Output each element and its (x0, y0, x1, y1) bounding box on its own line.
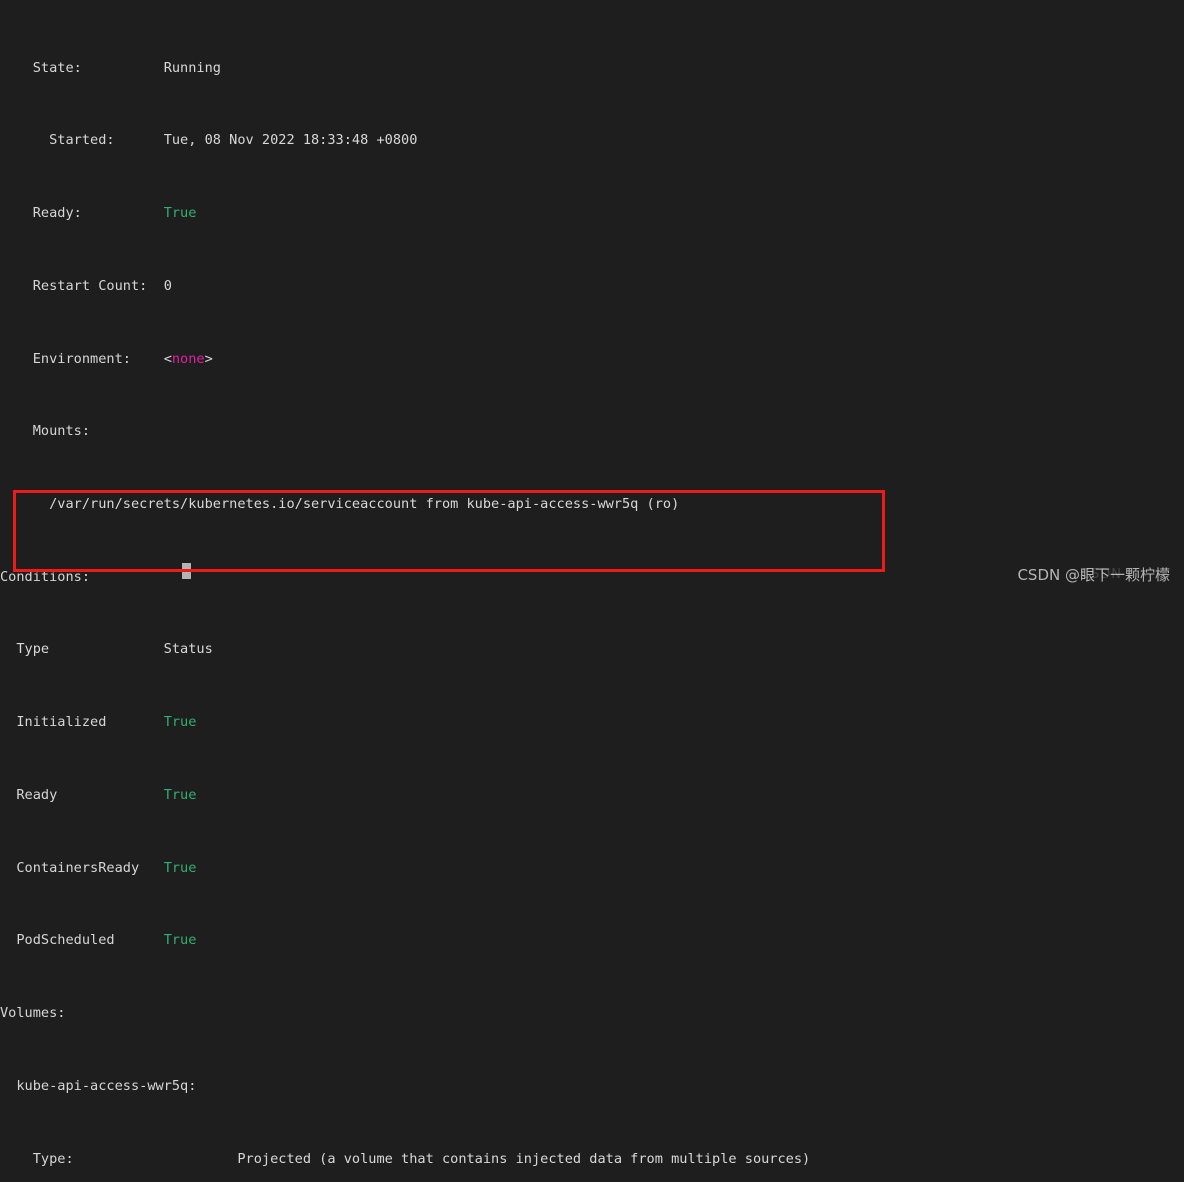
line-ready: Ready: True (0, 204, 1184, 222)
environment-value: none (171, 350, 205, 367)
volume-name: kube-api-access-wwr5q: (0, 1077, 197, 1094)
environment-bracket-open: < (163, 350, 172, 367)
condition-initialized-value: True (163, 714, 197, 731)
volume-type-label: Type: (0, 1150, 238, 1167)
line-environment: Environment: <none> (0, 350, 1184, 368)
line-condition-initialized: Initialized True (0, 713, 1184, 731)
condition-containersready-label: ContainersReady (0, 859, 164, 876)
environment-bracket-close: > (204, 350, 213, 367)
ready-value: True (163, 205, 197, 222)
line-condition-ready: Ready True (0, 786, 1184, 804)
line-conditions-label: Conditions: (0, 568, 1184, 586)
mounts-label: Mounts: (0, 423, 91, 440)
mounts-value: /var/run/secrets/kubernetes.io/serviceac… (0, 495, 680, 512)
line-volume-type: Type: Projected (a volume that contains … (0, 1150, 1184, 1168)
line-state: State: Running (0, 59, 1184, 77)
line-mounts-value: /var/run/secrets/kubernetes.io/serviceac… (0, 495, 1184, 513)
line-restart-count: Restart Count: 0 (0, 277, 1184, 295)
conditions-label: Conditions: (0, 568, 91, 585)
condition-initialized-label: Initialized (0, 714, 164, 731)
line-condition-containersready: ContainersReady True (0, 859, 1184, 877)
line-volumes-label: Volumes: (0, 1004, 1184, 1022)
started-value: Tue, 08 Nov 2022 18:33:48 +0800 (163, 132, 418, 149)
condition-containersready-value: True (163, 859, 197, 876)
volumes-label: Volumes: (0, 1005, 66, 1022)
conditions-header: Type Status (0, 641, 213, 658)
restart-count-label: Restart Count: (0, 277, 164, 294)
volume-type-value: Projected (a volume that contains inject… (237, 1150, 811, 1167)
environment-label: Environment: (0, 350, 164, 367)
started-label: Started: (0, 132, 164, 149)
text-cursor (182, 563, 191, 579)
line-started: Started: Tue, 08 Nov 2022 18:33:48 +0800 (0, 131, 1184, 149)
state-label: State: (0, 59, 164, 76)
csdn-logo-icon: CSDN (1080, 567, 1122, 582)
condition-ready-label: Ready (0, 786, 164, 803)
line-condition-podscheduled: PodScheduled True (0, 931, 1184, 949)
line-conditions-header: Type Status (0, 640, 1184, 658)
state-value: Running (163, 59, 221, 76)
condition-podscheduled-value: True (163, 932, 197, 949)
line-mounts-label: Mounts: (0, 422, 1184, 440)
condition-ready-value: True (163, 786, 197, 803)
ready-label: Ready: (0, 205, 164, 222)
terminal-output[interactable]: State: Running Started: Tue, 08 Nov 2022… (0, 0, 1184, 1167)
restart-count-value: 0 (163, 277, 172, 294)
line-volume-name: kube-api-access-wwr5q: (0, 1077, 1184, 1095)
condition-podscheduled-label: PodScheduled (0, 932, 164, 949)
